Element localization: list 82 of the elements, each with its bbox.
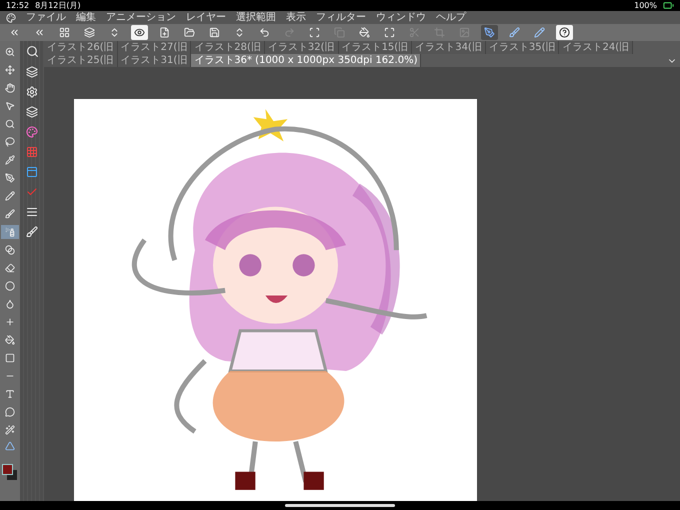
menu-item[interactable]: ウィンドウ — [376, 11, 426, 24]
eraser-icon — [5, 263, 15, 273]
status-date: 8月12日(月) — [35, 0, 81, 11]
document-tab[interactable]: イラスト25(旧 — [44, 54, 118, 67]
document-tab[interactable]: イラスト32(旧 — [264, 41, 339, 54]
copy-icon — [334, 27, 345, 38]
document-tab[interactable]: イラスト15(旧 — [338, 41, 412, 54]
layers-icon[interactable] — [26, 66, 38, 78]
search-icon — [5, 119, 15, 129]
move-icon — [5, 65, 15, 75]
pen-icon — [5, 173, 15, 183]
menu-item[interactable]: 表示 — [286, 11, 306, 24]
circle-icon — [5, 281, 15, 291]
grid-icon — [59, 27, 70, 38]
menu-item[interactable]: 選択範囲 — [236, 11, 276, 24]
brush-pressure-icon — [509, 27, 520, 38]
app-logo-icon — [6, 12, 16, 22]
tool-button[interactable] — [1, 225, 19, 239]
save-icon — [209, 27, 220, 38]
document-tab[interactable]: イラスト26(旧 — [44, 41, 118, 54]
stack-icon[interactable] — [26, 206, 38, 218]
status-time: 12:52 — [6, 0, 30, 11]
document-tab[interactable]: イラスト34(旧 — [412, 41, 486, 54]
paint-bucket-icon — [359, 27, 370, 38]
help-icon — [559, 27, 570, 38]
settings-icon[interactable] — [26, 86, 38, 98]
color-wheel-icon[interactable] — [26, 126, 38, 138]
blend-icon — [5, 245, 15, 255]
document-tab[interactable]: イラスト36* (1000 x 1000px 350dpi 162.0%) — [191, 54, 422, 67]
hand-icon — [5, 83, 15, 93]
document-tab[interactable]: イラスト35(旧 — [486, 41, 560, 54]
battery-percent: 100% — [634, 0, 657, 11]
selection-icon — [309, 27, 320, 38]
lasso-icon — [5, 137, 15, 147]
menu-item[interactable]: フィルター — [316, 11, 366, 24]
eye-icon — [134, 27, 145, 38]
eyedropper-icon — [5, 155, 15, 165]
color-grid-icon[interactable] — [26, 146, 38, 158]
stepper-icon — [109, 27, 120, 38]
square-icon — [5, 353, 15, 363]
brush-icon[interactable] — [26, 226, 38, 238]
menu-item[interactable]: アニメーション — [106, 11, 176, 24]
document-tab[interactable]: イラスト31(旧 — [118, 54, 192, 67]
wand-icon — [5, 425, 15, 435]
document-tab[interactable]: イラスト27(旧 — [118, 41, 192, 54]
menu-item[interactable]: レイヤー — [186, 11, 226, 24]
image-icon — [459, 27, 470, 38]
battery-icon — [663, 0, 674, 11]
pencil-icon — [5, 191, 15, 201]
plus-icon — [5, 317, 15, 327]
document-tab[interactable]: イラスト28(旧 — [191, 41, 265, 54]
zoom-icon[interactable] — [26, 45, 38, 58]
open-folder-icon — [184, 27, 195, 38]
cut-icon — [409, 27, 420, 38]
document-tab[interactable]: イラスト24(旧 — [559, 41, 634, 54]
droplet-icon — [5, 299, 15, 309]
eye-button[interactable] — [131, 25, 148, 40]
crop-icon — [434, 27, 445, 38]
paint-bucket-icon — [5, 335, 15, 345]
check-icon[interactable] — [26, 186, 38, 198]
zoom-icon — [5, 47, 15, 57]
redo-icon — [284, 27, 295, 38]
menu-item[interactable]: ファイル — [26, 11, 66, 24]
speech-bubble-icon — [5, 407, 15, 417]
panel-icon[interactable] — [26, 166, 38, 178]
menu-item[interactable]: 編集 — [76, 11, 96, 24]
text-icon — [5, 389, 15, 399]
pointer-icon — [5, 101, 15, 111]
undo-icon — [259, 27, 270, 38]
pen-pressure-button[interactable] — [481, 25, 498, 40]
pencil-pressure-icon — [534, 27, 545, 38]
pen-pressure-icon — [484, 27, 495, 38]
layers-icon[interactable] — [26, 106, 38, 118]
menu-item[interactable]: ヘルプ — [436, 11, 466, 24]
transform-icon — [384, 27, 395, 38]
brush-icon — [5, 209, 15, 219]
collapse-icon — [34, 27, 45, 38]
collapse-icon — [9, 27, 20, 38]
help-button[interactable] — [556, 25, 573, 40]
layers-icon — [84, 27, 95, 38]
stepper-icon — [234, 27, 245, 38]
new-file-icon — [159, 27, 170, 38]
